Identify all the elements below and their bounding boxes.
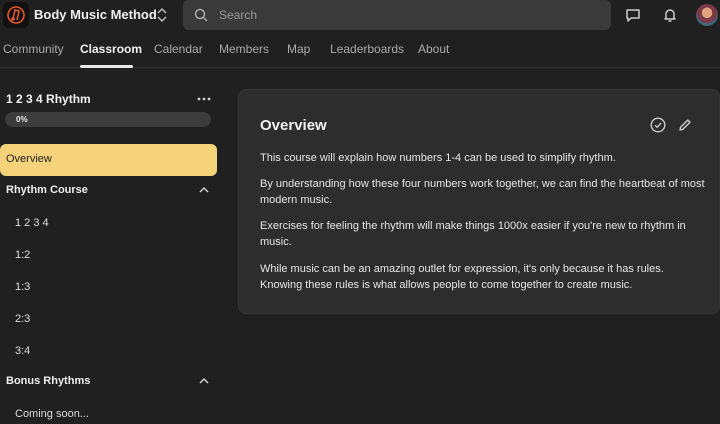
lesson-1234[interactable]: 1 2 3 4 [15,217,49,229]
chevron-up-down-icon[interactable] [155,6,169,24]
section-rhythm-course[interactable]: Rhythm Course [0,179,217,203]
progress-text: 0% [16,115,28,124]
overview-card: Overview This course will explain how nu… [238,89,720,314]
tab-classroom[interactable]: Classroom [80,42,142,56]
lesson-2-3[interactable]: 2:3 [15,313,30,325]
course-progress-bar: 0% [5,112,211,127]
overview-paragraph: By understanding how these four numbers … [260,178,705,206]
bell-icon[interactable] [661,6,679,24]
nav-tabs: Community Classroom Calendar Members Map… [0,30,720,68]
app-logo[interactable] [3,2,29,28]
chevron-up-icon[interactable] [199,186,209,193]
section-bonus-rhythms[interactable]: Bonus Rhythms [0,370,217,394]
music-logo-icon [7,6,25,24]
pencil-icon[interactable] [677,117,693,133]
search-input[interactable] [219,0,599,30]
overview-paragraph: Exercises for feeling the rhythm will ma… [260,220,686,248]
app-name[interactable]: Body Music Method [34,7,157,22]
section-label: Bonus Rhythms [6,375,91,387]
lesson-coming-soon[interactable]: Coming soon... [15,408,89,420]
tab-leaderboards[interactable]: Leaderboards [330,42,404,56]
lesson-1-2[interactable]: 1:2 [15,249,30,261]
tab-about[interactable]: About [418,42,449,56]
page-title: Overview [260,117,327,134]
chevron-up-icon[interactable] [199,377,209,384]
tab-map[interactable]: Map [287,42,310,56]
tab-members[interactable]: Members [219,42,269,56]
tab-calendar[interactable]: Calendar [154,42,203,56]
sidebar-item-overview[interactable]: Overview [0,144,217,176]
course-sidebar: 1 2 3 4 Rhythm 0% Overview Rhythm Course… [0,68,222,424]
avatar[interactable] [696,4,718,26]
lesson-3-4[interactable]: 3:4 [15,345,30,357]
lesson-1-3[interactable]: 1:3 [15,281,30,293]
chat-icon[interactable] [624,6,642,24]
tab-community[interactable]: Community [3,42,64,56]
more-options-icon[interactable] [197,97,211,101]
check-circle-icon[interactable] [650,117,666,133]
search-bar[interactable] [183,0,611,30]
sidebar-item-label: Overview [6,153,52,165]
search-icon [194,8,208,22]
top-header: Body Music Method [0,0,720,30]
course-title: 1 2 3 4 Rhythm [6,92,91,106]
overview-paragraph: While music can be an amazing outlet for… [260,263,664,291]
section-label: Rhythm Course [6,184,88,196]
overview-paragraph: This course will explain how numbers 1-4… [260,152,616,164]
